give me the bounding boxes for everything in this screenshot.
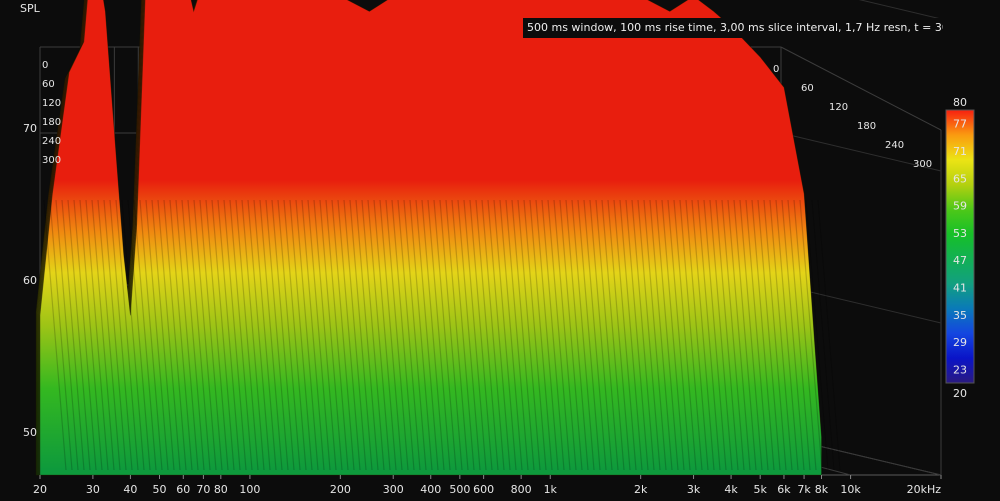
time-label-right: 300 bbox=[913, 159, 932, 170]
time-label-left: 120 bbox=[42, 98, 61, 109]
side-grid-line bbox=[858, 0, 942, 20]
colorbar-tick-label: 29 bbox=[953, 336, 967, 349]
x-tick-label: 3k bbox=[687, 483, 701, 496]
x-tick-label: 40 bbox=[123, 483, 137, 496]
colorbar-tick-label: 41 bbox=[953, 281, 967, 294]
y-axis: 5060708090100 bbox=[23, 122, 37, 439]
x-tick-label: 1k bbox=[544, 483, 558, 496]
time-label-right: 60 bbox=[801, 83, 814, 94]
x-tick-label: 10k bbox=[840, 483, 861, 496]
time-label-right: 120 bbox=[829, 102, 848, 113]
time-label-left: 0 bbox=[42, 60, 48, 71]
x-tick-label: 300 bbox=[383, 483, 404, 496]
x-tick-label: 30 bbox=[86, 483, 100, 496]
x-tick-label: 8k bbox=[815, 483, 829, 496]
colorbar-tick-label: 80 bbox=[953, 96, 967, 109]
x-tick-label: 500 bbox=[449, 483, 470, 496]
time-label-right: 180 bbox=[857, 121, 876, 132]
time-label-left: 300 bbox=[42, 155, 61, 166]
x-tick-label: 6k bbox=[777, 483, 791, 496]
time-label-left: 60 bbox=[42, 79, 55, 90]
colorbar-tick-label: 77 bbox=[953, 118, 967, 131]
time-label-left: 180 bbox=[42, 117, 61, 128]
waterfall-surface bbox=[35, 0, 841, 476]
colorbar-tick-label: 35 bbox=[953, 309, 967, 322]
colorbar-tick-label: 47 bbox=[953, 254, 967, 267]
time-label-right: 0 bbox=[773, 64, 779, 75]
colorbar-tick-label: 59 bbox=[953, 200, 967, 213]
x-tick-label: 50 bbox=[153, 483, 167, 496]
colorbar-tick-label: 53 bbox=[953, 227, 967, 240]
x-tick-label: 60 bbox=[176, 483, 190, 496]
colorbar-tick-label: 23 bbox=[953, 363, 967, 376]
y-tick-label: 70 bbox=[23, 122, 37, 135]
analysis-info-label: 500 ms window, 100 ms rise time, 3,00 ms… bbox=[523, 18, 943, 38]
x-tick-label: 100 bbox=[239, 483, 260, 496]
x-tick-label: 200 bbox=[330, 483, 351, 496]
x-tick-label: 4k bbox=[724, 483, 738, 496]
x-tick-label: 7k bbox=[797, 483, 811, 496]
y-tick-label: 60 bbox=[23, 274, 37, 287]
x-tick-label: 800 bbox=[511, 483, 532, 496]
x-tick-label: 20 bbox=[33, 483, 47, 496]
surface-ridge bbox=[817, 199, 841, 471]
x-tick-label: 600 bbox=[473, 483, 494, 496]
time-label-left: 240 bbox=[42, 136, 61, 147]
x-tick-label: 20kHz bbox=[907, 483, 942, 496]
waterfall-plot: 20 30 40 50 60 70 80 100 200 300 400 500 600 800 1k 2k 3… bbox=[23, 0, 975, 496]
colorbar-tick-label: 71 bbox=[953, 145, 967, 158]
x-tick-label: 2k bbox=[634, 483, 648, 496]
x-tick-label: 80 bbox=[214, 483, 228, 496]
x-axis: 20 30 40 50 60 70 80 100 200 300 400 500 600 800 1k 2k 3… bbox=[33, 475, 942, 496]
colorbar: 80 77 71 65 59 53 47 41 35 29 23 20 bbox=[945, 96, 975, 400]
time-label-right: 240 bbox=[885, 140, 904, 151]
colorbar-tick-label: 20 bbox=[953, 387, 967, 400]
x-tick-label: 5k bbox=[753, 483, 767, 496]
x-tick-label: 70 bbox=[196, 483, 210, 496]
y-tick-label: 50 bbox=[23, 426, 37, 439]
x-tick-label: 400 bbox=[420, 483, 441, 496]
colorbar-tick-label: 65 bbox=[953, 172, 967, 185]
y-axis-label: SPL bbox=[20, 2, 40, 15]
